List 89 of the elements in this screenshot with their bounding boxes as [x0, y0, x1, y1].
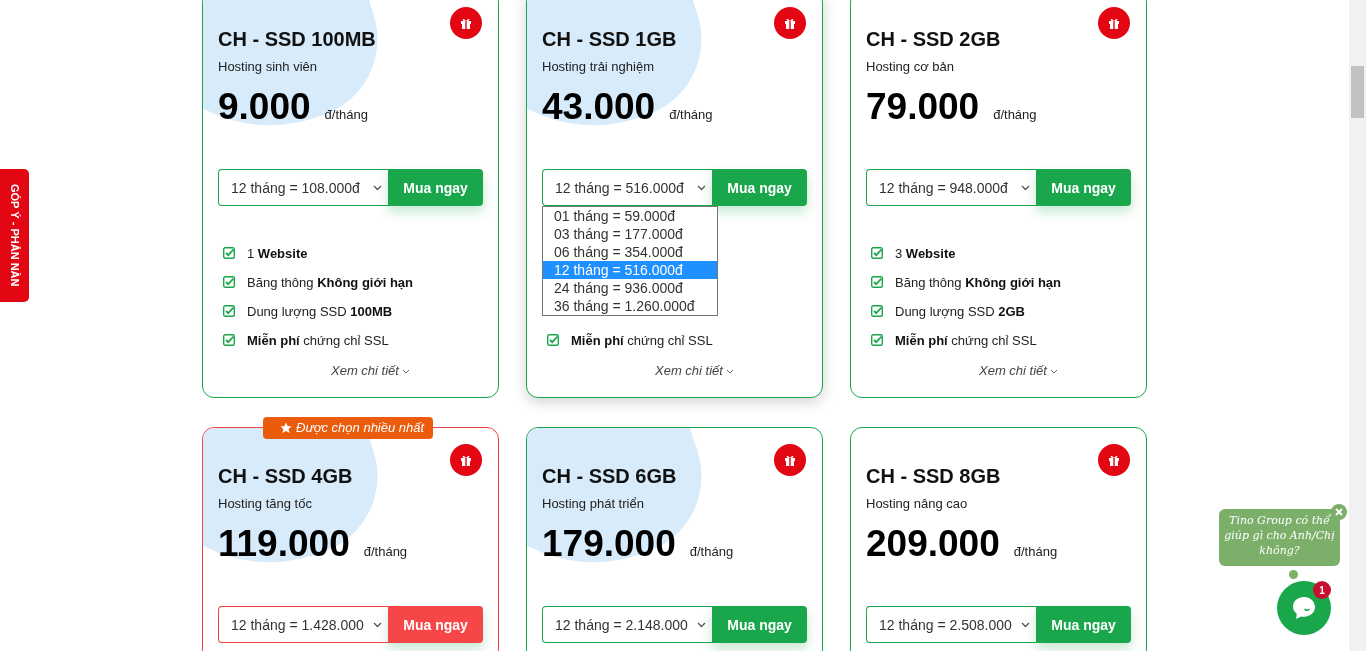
- plan-name: CH - SSD 6GB: [542, 464, 677, 488]
- chat-message: Tino Group có thể giúp gì cho Anh/Chị không?: [1219, 509, 1340, 566]
- badge-text: Được chọn nhiều nhất: [296, 419, 425, 437]
- plan-price: 119.000: [218, 522, 350, 566]
- checkbox-icon: [871, 247, 883, 259]
- plan-subtitle: Hosting tăng tốc: [218, 496, 312, 512]
- chevron-icon: [373, 184, 383, 191]
- feedback-tab[interactable]: GÓP Ý - PHẢN NÀN: [0, 169, 29, 302]
- plan-name: CH - SSD 4GB: [218, 464, 353, 488]
- gift-glyph-icon: [460, 454, 472, 466]
- close-glyph-icon: [1335, 508, 1343, 516]
- gift-icon[interactable]: [1098, 7, 1130, 39]
- feature-text: Băng thông Không giới hạn: [247, 274, 414, 290]
- plan-subtitle: Hosting phát triển: [542, 496, 644, 512]
- scrollbar-thumb[interactable]: [1351, 66, 1364, 118]
- feature-text: Băng thông Không giới hạn: [895, 274, 1062, 290]
- checkbox-icon: [223, 305, 235, 317]
- details-link[interactable]: Xem chi tiết: [655, 363, 723, 379]
- plan-price: 43.000: [542, 85, 656, 129]
- star-icon: [280, 422, 292, 434]
- plan-name: CH - SSD 1GB: [542, 27, 677, 51]
- gift-glyph-icon: [460, 17, 472, 29]
- plan-name: CH - SSD 2GB: [866, 27, 1001, 51]
- dropdown-option[interactable]: 36 tháng = 1.260.000đ: [543, 297, 717, 315]
- term-select[interactable]: 12 tháng = 516.000đ: [542, 169, 713, 206]
- gift-glyph-icon: [1108, 454, 1120, 466]
- plan-price: 209.000: [866, 522, 1000, 566]
- plan-name: CH - SSD 100MB: [218, 27, 376, 51]
- plan-price: 79.000: [866, 85, 980, 129]
- price-unit: đ/tháng: [1013, 544, 1058, 559]
- chevron-icon: [1049, 368, 1058, 374]
- price-unit: đ/tháng: [993, 107, 1037, 122]
- plan-price: 9.000: [218, 85, 311, 129]
- price-unit: đ/tháng: [324, 107, 368, 122]
- price-unit: đ/tháng: [669, 107, 713, 122]
- feature-text: Dung lượng SSD 100MB: [247, 303, 393, 319]
- plan-subtitle: Hosting trải nghiệm: [542, 59, 654, 75]
- checkbox-icon: [223, 334, 235, 346]
- gift-icon[interactable]: [774, 7, 806, 39]
- term-select[interactable]: 12 tháng = 2.508.000: [866, 606, 1037, 643]
- gift-icon[interactable]: [450, 444, 482, 476]
- chevron-icon: [401, 368, 410, 374]
- price-unit: đ/tháng: [689, 544, 734, 559]
- feature-text: 3 Website: [895, 245, 956, 261]
- plan-price: 179.000: [542, 522, 676, 566]
- chevron-icon: [373, 621, 383, 628]
- notification-badge: 1: [1313, 581, 1331, 599]
- chevron-icon: [1021, 621, 1031, 628]
- dropdown-option[interactable]: 03 tháng = 177.000đ: [543, 225, 717, 243]
- plan-subtitle: Hosting cơ bản: [866, 59, 955, 75]
- bubble-dot: [1289, 570, 1298, 579]
- chat-bubble-icon: [1290, 594, 1318, 622]
- chevron-icon: [725, 368, 734, 374]
- chevron-icon: [1021, 184, 1031, 191]
- details-link[interactable]: Xem chi tiết: [331, 363, 399, 379]
- scrollbar[interactable]: [1349, 0, 1366, 651]
- plan-name: CH - SSD 8GB: [866, 464, 1001, 488]
- feature-text: 1 Website: [247, 245, 308, 261]
- checkbox-icon: [871, 334, 883, 346]
- plan-subtitle: Hosting sinh viên: [218, 59, 317, 75]
- dropdown-option[interactable]: 24 tháng = 936.000đ: [543, 279, 717, 297]
- checkbox-icon: [223, 247, 235, 259]
- chat-button[interactable]: [1277, 581, 1331, 635]
- checkbox-icon: [871, 276, 883, 288]
- dropdown-option[interactable]: 06 tháng = 354.000đ: [543, 243, 717, 261]
- feature-text: Miễn phí chứng chỉ SSL: [571, 332, 713, 348]
- gift-icon[interactable]: [450, 7, 482, 39]
- gift-glyph-icon: [1108, 17, 1120, 29]
- checkbox-icon: [223, 276, 235, 288]
- dropdown-option[interactable]: 01 tháng = 59.000đ: [543, 207, 717, 225]
- gift-icon[interactable]: [1098, 444, 1130, 476]
- chevron-icon: [697, 184, 707, 191]
- term-select[interactable]: 12 tháng = 948.000đ: [866, 169, 1037, 206]
- price-unit: đ/tháng: [363, 544, 408, 559]
- plan-subtitle: Hosting nâng cao: [866, 496, 968, 512]
- checkbox-icon: [871, 305, 883, 317]
- checkbox-icon: [547, 334, 559, 346]
- feature-text: Dung lượng SSD 2GB: [895, 303, 1025, 319]
- chevron-icon: [697, 621, 707, 628]
- feature-text: Miễn phí chứng chỉ SSL: [247, 332, 389, 348]
- gift-glyph-icon: [784, 17, 796, 29]
- gift-icon[interactable]: [774, 444, 806, 476]
- term-select[interactable]: 12 tháng = 2.148.000: [542, 606, 713, 643]
- details-link[interactable]: Xem chi tiết: [979, 363, 1047, 379]
- term-select[interactable]: 12 tháng = 1.428.000: [218, 606, 389, 643]
- gift-glyph-icon: [784, 454, 796, 466]
- term-select[interactable]: 12 tháng = 108.000đ: [218, 169, 389, 206]
- feature-text: Miễn phí chứng chỉ SSL: [895, 332, 1037, 348]
- buy-button[interactable]: Mua ngay: [388, 606, 483, 643]
